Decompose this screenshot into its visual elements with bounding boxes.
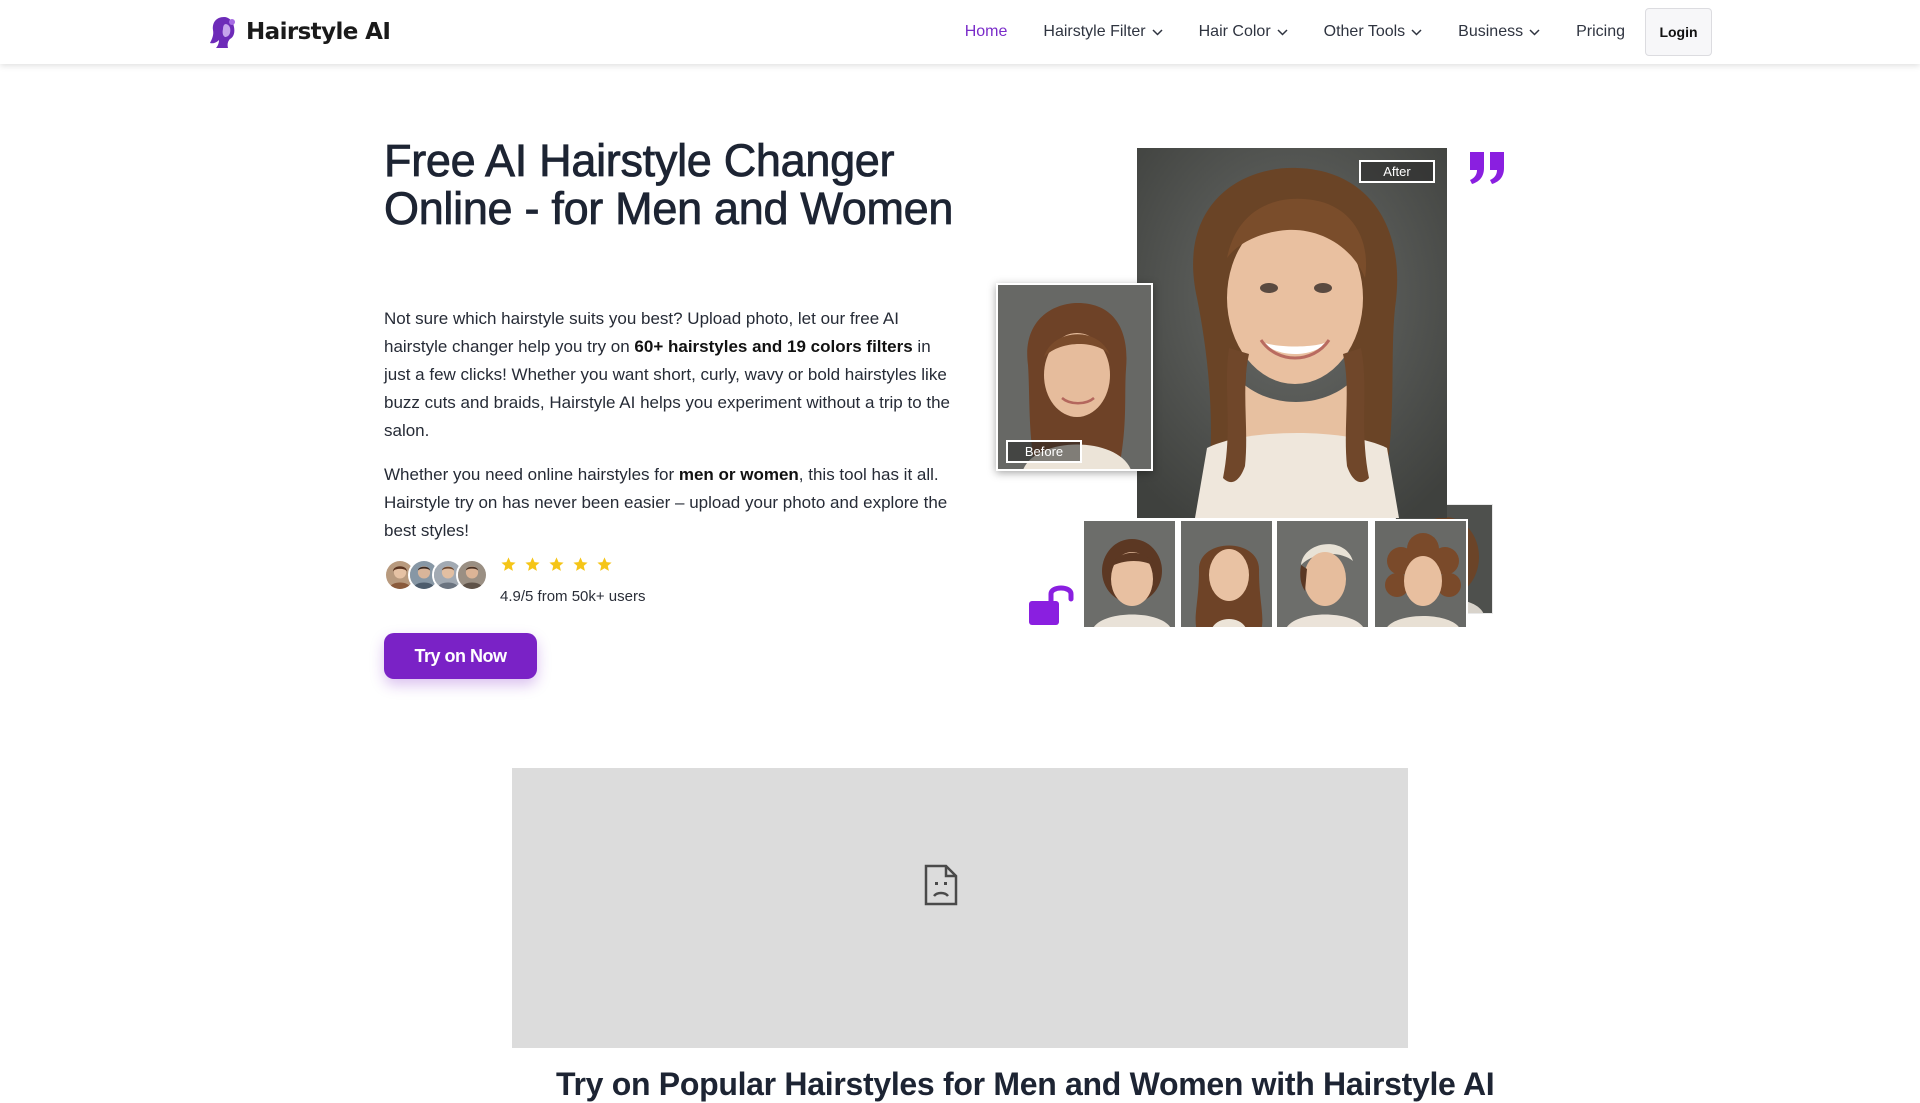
user-avatars bbox=[384, 559, 488, 593]
chevron-down-icon bbox=[1152, 28, 1163, 36]
hero-audience-highlight: men or women bbox=[678, 465, 799, 484]
chevron-down-icon bbox=[1411, 28, 1422, 36]
nav-pricing[interactable]: Pricing bbox=[1576, 23, 1625, 41]
hero-audience-text-1: Whether you need online hairstyles for bbox=[384, 465, 679, 484]
nav-hair-color-label: Hair Color bbox=[1198, 23, 1271, 40]
hero-description: Not sure which hairstyle suits you best?… bbox=[384, 305, 960, 445]
nav-home[interactable]: Home bbox=[965, 23, 1008, 41]
portrait-image bbox=[1277, 521, 1368, 627]
video-placeholder[interactable] bbox=[512, 768, 1408, 1048]
after-photo: After bbox=[1137, 148, 1447, 518]
before-photo: Before bbox=[996, 283, 1153, 471]
nav-home-label: Home bbox=[964, 23, 1008, 40]
portrait-image bbox=[1137, 148, 1447, 518]
chevron-down-icon bbox=[1529, 28, 1540, 36]
hairstyle-thumbnail[interactable] bbox=[1373, 519, 1468, 629]
avatar bbox=[456, 559, 488, 591]
brand-logo[interactable]: Hairstyle AI bbox=[208, 14, 391, 50]
try-on-now-button[interactable]: Try on Now bbox=[384, 633, 537, 679]
hairstyle-thumbnail[interactable] bbox=[1082, 519, 1177, 629]
nav-business[interactable]: Business bbox=[1458, 23, 1540, 41]
hero-audience-description: Whether you need online hairstyles for m… bbox=[384, 461, 960, 545]
nav-pricing-label: Pricing bbox=[1576, 23, 1625, 40]
quote-icon bbox=[1470, 152, 1504, 184]
nav-hair-color[interactable]: Hair Color bbox=[1199, 23, 1288, 41]
site-header: Hairstyle AI Home Hairstyle Filter Hair … bbox=[0, 0, 1920, 64]
woman-silhouette-logo-icon bbox=[210, 17, 235, 48]
star-icon bbox=[549, 557, 564, 571]
before-label: Before bbox=[1006, 440, 1082, 463]
after-label: After bbox=[1359, 160, 1435, 183]
section-heading: Try on Popular Hairstyles for Men and Wo… bbox=[556, 1066, 1495, 1102]
nav-other-tools[interactable]: Other Tools bbox=[1324, 23, 1423, 41]
hero-description-highlight: 60+ hairstyles and 19 colors filters bbox=[634, 337, 913, 356]
nav-business-label: Business bbox=[1458, 23, 1524, 40]
star-icon bbox=[573, 557, 588, 571]
star-icon bbox=[597, 557, 612, 571]
rating-text: 4.9/5 from 50k+ users bbox=[500, 588, 646, 605]
hero-title: Free AI Hairstyle Changer Online - for M… bbox=[384, 135, 954, 234]
main-nav: Home Hairstyle Filter Hair Color Other T… bbox=[929, 8, 1712, 56]
hairstyle-thumbnail[interactable] bbox=[1179, 519, 1274, 629]
portrait-image bbox=[1375, 521, 1466, 627]
portrait-image bbox=[1181, 521, 1272, 627]
star-icon bbox=[501, 557, 516, 571]
nav-hairstyle-filter[interactable]: Hairstyle Filter bbox=[1043, 23, 1163, 41]
nav-hairstyle-filter-label: Hairstyle Filter bbox=[1043, 23, 1146, 40]
portrait-image bbox=[1084, 521, 1175, 627]
login-button[interactable]: Login bbox=[1645, 8, 1712, 56]
nav-other-tools-label: Other Tools bbox=[1323, 23, 1406, 40]
chevron-down-icon bbox=[1277, 28, 1288, 36]
star-icon bbox=[525, 557, 540, 571]
hairstyle-thumbnail[interactable] bbox=[1275, 519, 1370, 629]
brand-name: Hairstyle AI bbox=[246, 19, 391, 45]
unlock-icon bbox=[1029, 585, 1074, 625]
star-rating bbox=[500, 556, 613, 573]
broken-file-icon bbox=[924, 864, 958, 906]
